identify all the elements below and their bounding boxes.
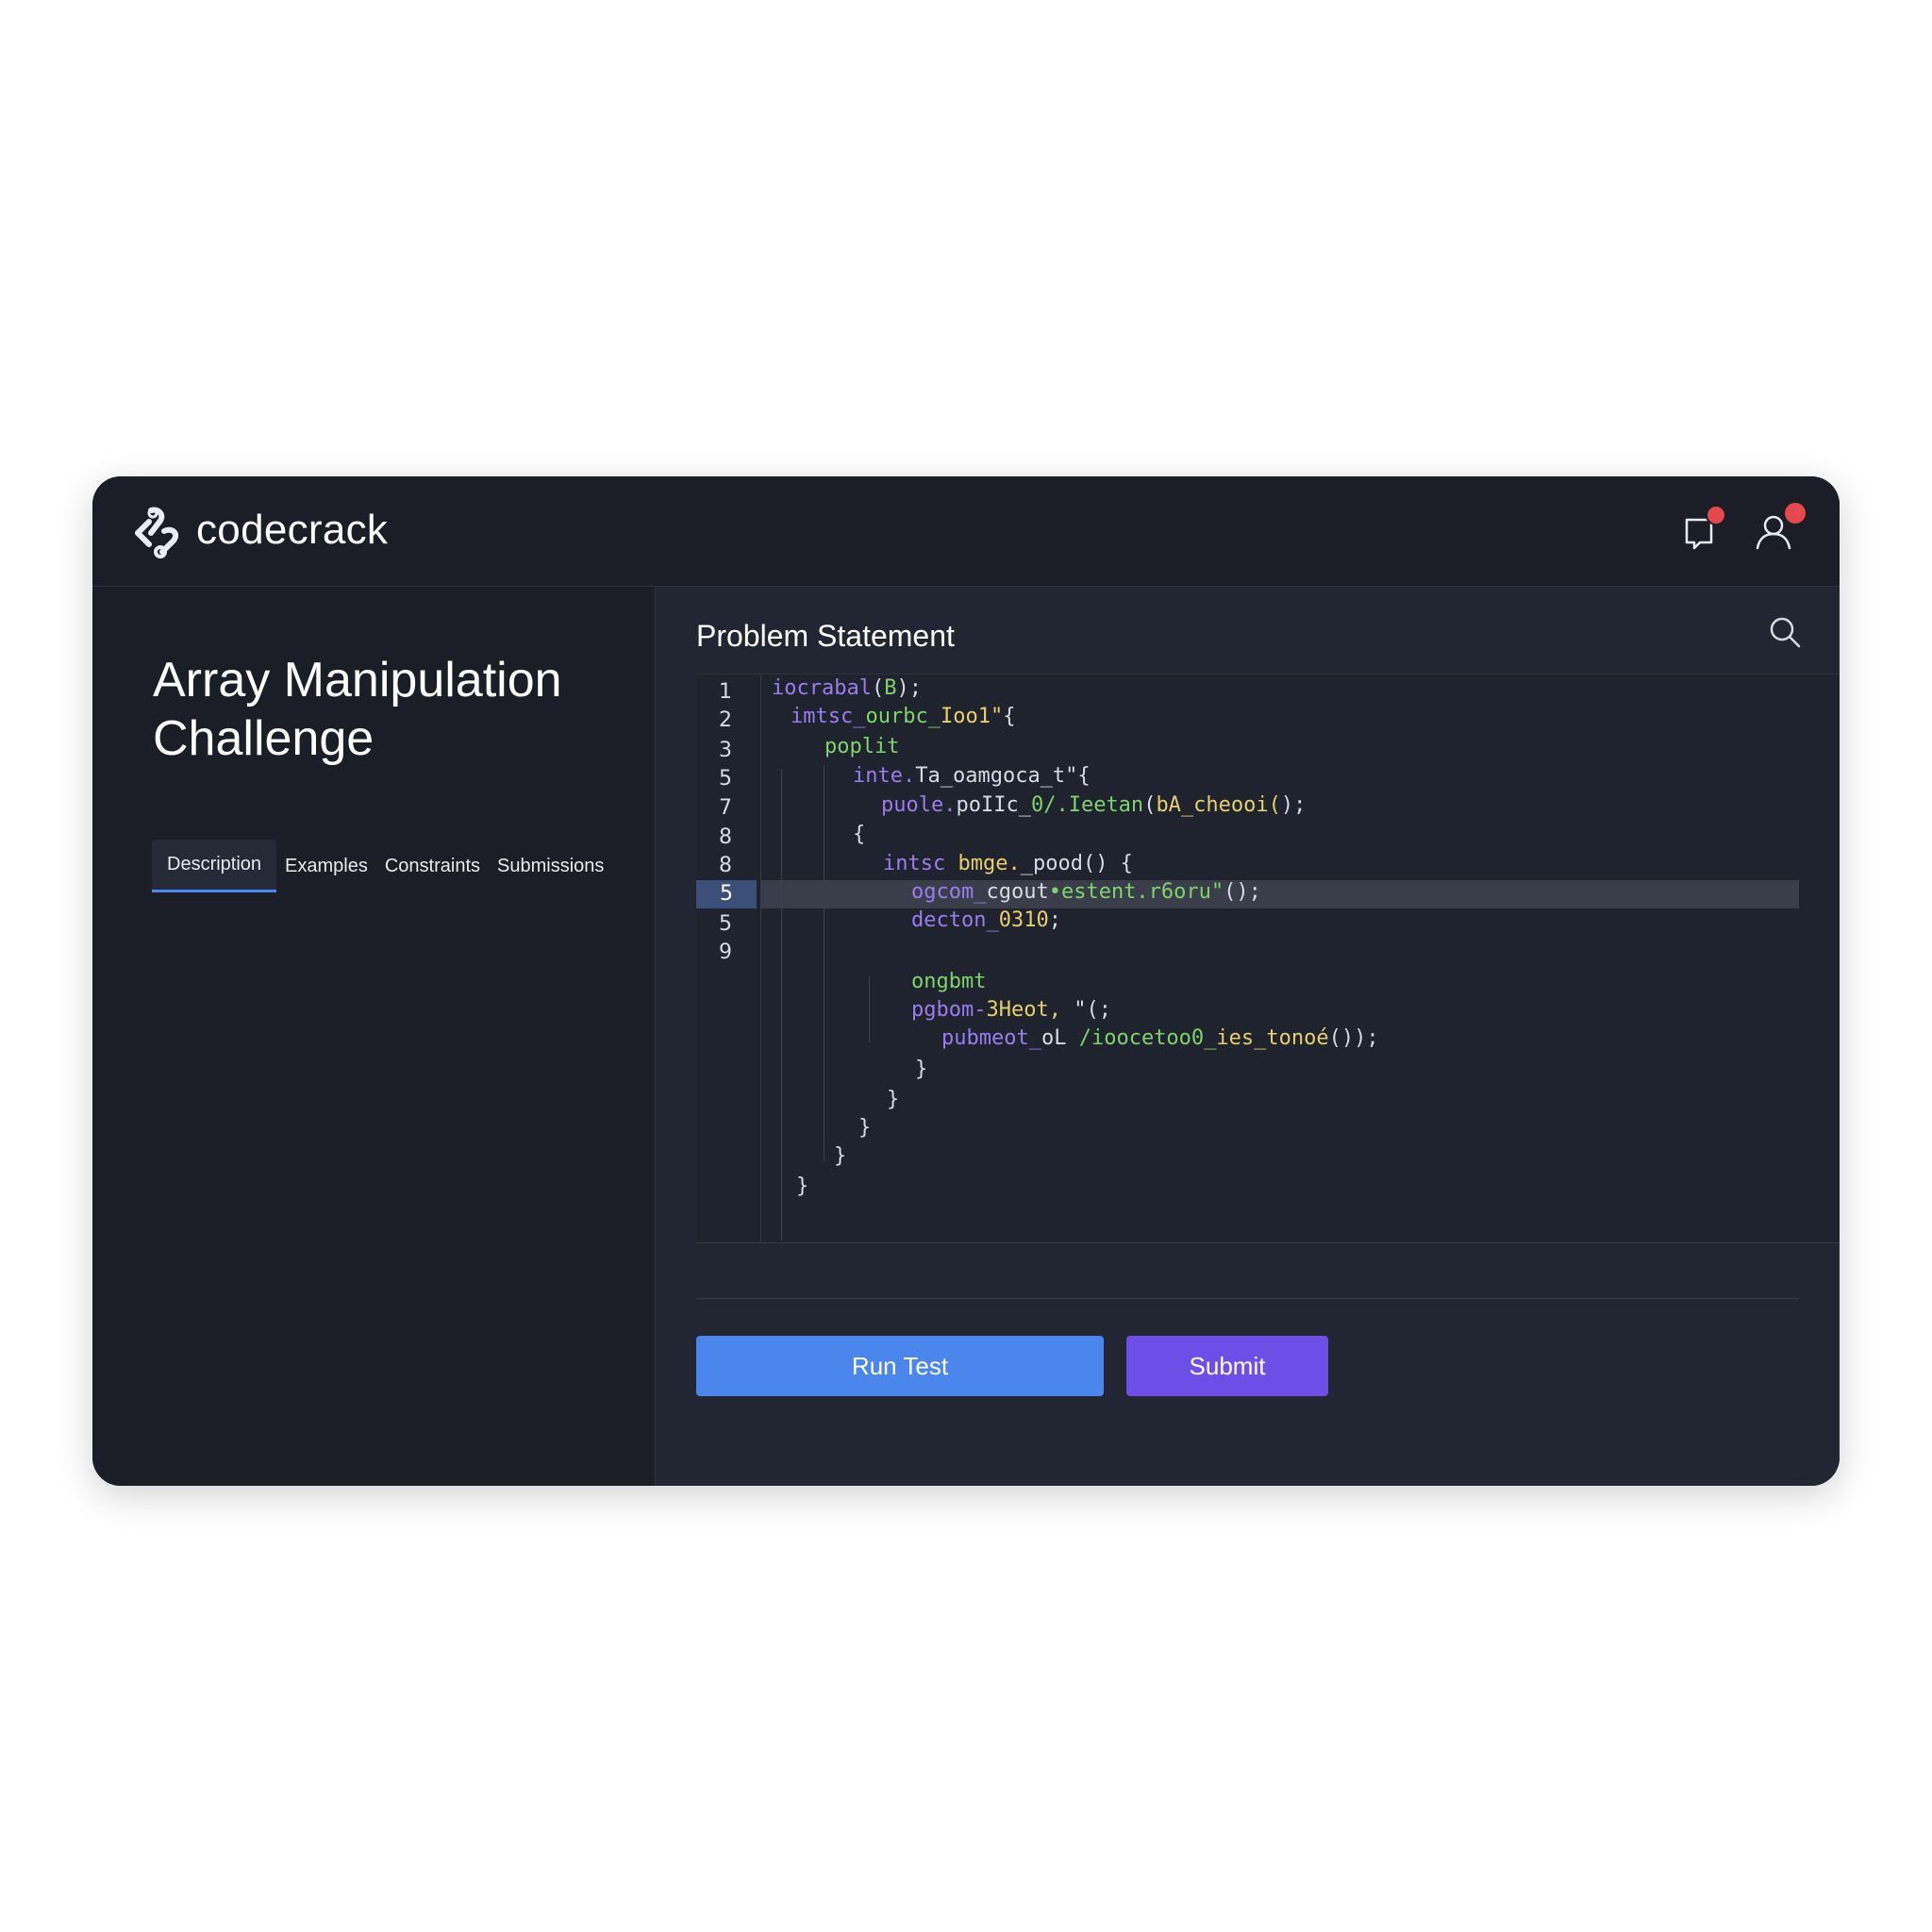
line-number: 5: [696, 880, 757, 908]
line-number: 2: [719, 708, 732, 732]
code-token: inte.: [853, 764, 916, 788]
code-line: pgbom-3Heot, "(;: [911, 996, 1111, 1024]
run-test-button[interactable]: Run Test: [696, 1336, 1104, 1396]
code-token: ());: [1328, 1026, 1379, 1050]
code-line: pubmeot_oL /ioocetoo0_ies_tonoé());: [941, 1024, 1379, 1053]
code-token: intsc: [883, 852, 958, 875]
challenge-title: Array Manipulation Challenge: [153, 653, 562, 766]
code-line: inte.Ta_oamgoca_t"{: [853, 762, 1091, 791]
code-token: }: [834, 1144, 847, 1168]
line-number: 8: [719, 825, 732, 849]
submit-button[interactable]: Submit: [1126, 1336, 1328, 1396]
code-token: }: [858, 1116, 872, 1140]
code-line: }: [834, 1142, 846, 1171]
notifications-button[interactable]: [1677, 505, 1726, 554]
indent-guide: [781, 769, 782, 1241]
code-token: ();: [1224, 880, 1261, 904]
line-number: 5: [719, 767, 732, 791]
challenge-sidebar: Array Manipulation Challenge Description…: [92, 587, 656, 1486]
code-token: Ta_oamgoca_t": [915, 764, 1078, 788]
code-line: }: [915, 1056, 927, 1084]
code-token: "(;: [1060, 998, 1111, 1022]
line-number-gutter: 1 2 3 5 7 8 8 5 5 9: [696, 675, 761, 1242]
code-token: poplit: [824, 735, 900, 758]
indent-guide: [869, 976, 870, 1042]
code-line: ongbmt: [911, 968, 986, 996]
code-line: }: [796, 1173, 808, 1201]
line-number: 1: [719, 680, 732, 704]
divider: [696, 1298, 1799, 1299]
workspace-panel: Problem Statement 1235788559 iocrabal(B)…: [656, 587, 1840, 1486]
code-token: ogcom_: [911, 880, 987, 904]
code-token: /ioocetoo0_: [1078, 1026, 1217, 1050]
code-line: iocrabal(B);: [772, 675, 922, 703]
code-line: poplit: [824, 733, 899, 761]
search-icon[interactable]: [1768, 615, 1802, 649]
code-token: {: [1077, 764, 1091, 788]
line-number: 9: [719, 941, 732, 964]
line-number: 5: [719, 912, 732, 936]
code-token: pubmeot_: [941, 1026, 1041, 1050]
code-token: •estent.r6oru": [1048, 880, 1224, 904]
line-number: 7: [719, 796, 732, 820]
tab-submissions[interactable]: Submissions: [489, 840, 612, 892]
code-token: oL: [1041, 1026, 1079, 1050]
top-bar: codecrack: [92, 476, 1840, 587]
code-token: 0/.Ieetan: [1030, 793, 1144, 817]
challenge-tabs: Description Examples Constraints Submiss…: [152, 840, 612, 892]
code-token: }: [796, 1174, 809, 1198]
code-line: }: [887, 1086, 899, 1114]
code-token: {: [1003, 705, 1016, 728]
code-token: (: [871, 676, 885, 700]
code-token: ourbc_: [865, 705, 941, 728]
code-line: }: [858, 1114, 871, 1142]
code-token: poIIc_: [956, 793, 1031, 817]
code-token: ;: [1048, 908, 1061, 932]
code-line: puole.poIIc_0/.Ieetan(bA_cheooi();: [881, 791, 1306, 820]
code-token: }: [887, 1088, 900, 1111]
code-token: ongbmt: [911, 970, 987, 993]
codecrack-logo-icon: [135, 507, 179, 558]
notification-badge: [1706, 505, 1726, 525]
tab-examples[interactable]: Examples: [276, 840, 376, 892]
brand-name: codecrack: [196, 507, 389, 553]
code-token: 3Heot,: [986, 998, 1061, 1022]
code-token: pgbom-: [911, 998, 987, 1022]
app-window: codecrack Array Manipulation Challenge D…: [92, 476, 1840, 1486]
section-title: Problem Statement: [696, 619, 955, 653]
code-token: B: [884, 676, 897, 700]
code-token: _pood() {: [1020, 852, 1133, 875]
tab-description[interactable]: Description: [152, 840, 277, 892]
code-token: imtsc_: [791, 705, 866, 728]
code-token: iocrabal: [772, 676, 872, 700]
code-token: ies_tonoé: [1216, 1026, 1329, 1050]
profile-button[interactable]: [1753, 501, 1807, 554]
code-line: {: [853, 821, 865, 849]
code-token: Ioo1": [940, 705, 1004, 728]
code-token: bA_cheooi(: [1156, 793, 1281, 817]
code-editor[interactable]: 1235788559 iocrabal(B); imtsc_ourbc_Ioo1"…: [696, 674, 1840, 1243]
line-number: 8: [719, 854, 732, 877]
code-token: 0310: [998, 908, 1049, 932]
code-line: intsc bmge._pood() {: [883, 850, 1133, 878]
tab-constraints[interactable]: Constraints: [376, 840, 489, 892]
code-token: decton_: [911, 908, 999, 932]
code-line: imtsc_ourbc_Ioo1"{: [791, 703, 1015, 731]
code-token: );: [896, 676, 922, 700]
code-token: );: [1280, 793, 1307, 817]
code-token: {: [853, 823, 866, 846]
code-token: cgout: [986, 880, 1049, 904]
code-token: }: [915, 1058, 928, 1081]
code-line: decton_0310;: [911, 907, 1061, 935]
line-number: 3: [719, 739, 732, 762]
profile-badge: [1783, 501, 1807, 525]
code-line: ogcom_cgout•estent.r6oru"();: [911, 878, 1261, 907]
code-token: (: [1143, 793, 1157, 817]
code-token: bmge.: [958, 852, 1021, 875]
code-token: puole.: [881, 793, 957, 817]
